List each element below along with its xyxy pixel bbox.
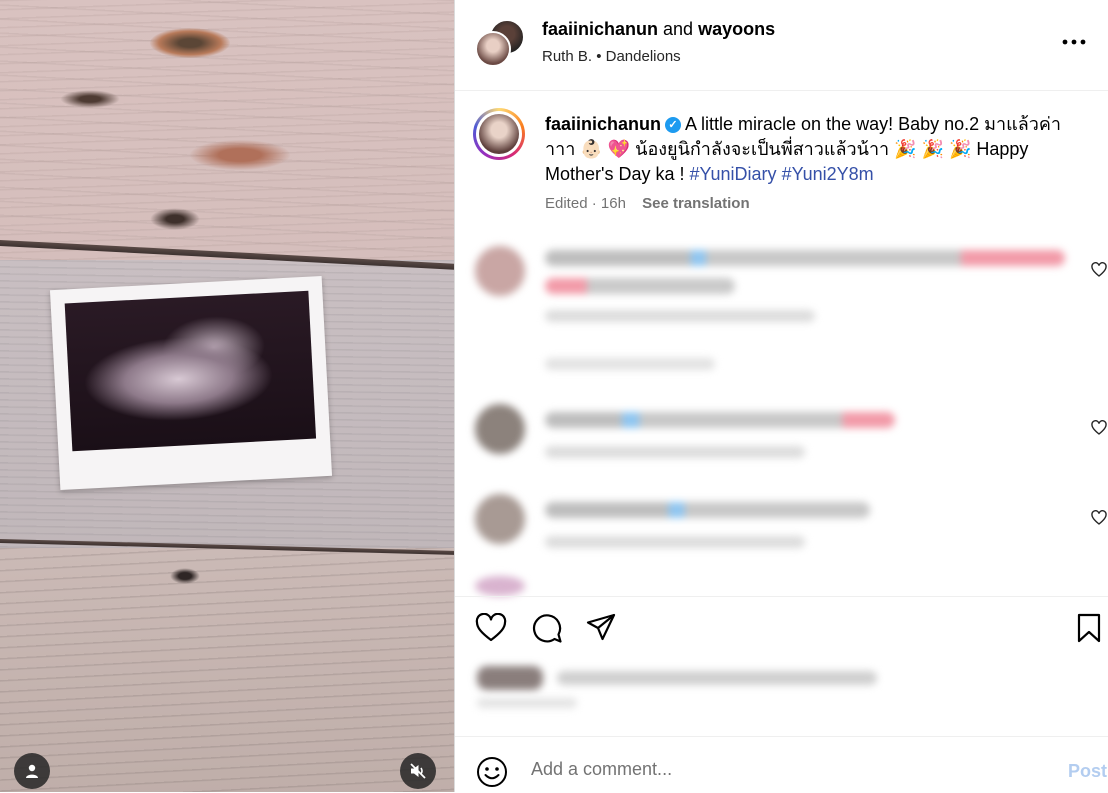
more-horizontal-icon: [1062, 39, 1086, 45]
add-comment-bar: Post: [455, 736, 1108, 793]
tagged-users-button[interactable]: [14, 753, 50, 789]
comment-button[interactable]: [529, 610, 565, 646]
save-button[interactable]: [1071, 610, 1107, 646]
music-link[interactable]: Ruth B. • Dandelions: [542, 48, 681, 65]
author-joiner: and: [663, 19, 694, 39]
avatar: [475, 494, 525, 544]
avatar: [475, 404, 525, 454]
wood-knot: [170, 568, 200, 584]
heart-icon[interactable]: [1091, 420, 1107, 436]
share-icon: [586, 613, 616, 641]
caption-username[interactable]: faaiinichanun: [545, 114, 661, 134]
likes-summary[interactable]: [477, 666, 877, 708]
ultrasound-photo: [49, 276, 333, 490]
heart-icon: [475, 613, 507, 642]
post-header: faaiinichanun and wayoons Ruth B. • Dand…: [455, 0, 1108, 91]
more-options-button[interactable]: [1059, 30, 1089, 54]
blurred-comment-meta: [545, 536, 805, 548]
caption-avatar[interactable]: [473, 108, 525, 160]
avatar: [475, 246, 525, 296]
blurred-comment-meta: [545, 446, 805, 458]
post-time[interactable]: 16h: [601, 195, 626, 212]
bookmark-icon: [1077, 613, 1101, 643]
blurred-comment-text: [545, 502, 870, 518]
liker-avatars: [477, 666, 543, 690]
blurred-comment-meta: [545, 310, 815, 322]
heart-icon[interactable]: [1091, 510, 1107, 526]
comment-icon: [532, 614, 562, 643]
comment-item: [455, 238, 1108, 322]
caption-meta: Edited · 16h See translation: [545, 195, 750, 212]
see-translation-link[interactable]: See translation: [642, 195, 750, 212]
verified-badge-icon: ✓: [665, 117, 682, 133]
hashtag-link[interactable]: #YuniDiary: [690, 164, 777, 184]
wood-knot: [190, 140, 290, 170]
post-details-panel: faaiinichanun and wayoons Ruth B. • Dand…: [454, 0, 1108, 792]
wood-knot: [150, 208, 200, 230]
heart-icon[interactable]: [1091, 262, 1107, 278]
comment-input[interactable]: [531, 759, 1011, 780]
avatar: [475, 31, 511, 67]
collab-avatars[interactable]: [475, 19, 525, 67]
post-actions: [455, 596, 1108, 657]
post-authors: faaiinichanun and wayoons: [542, 19, 775, 40]
blurred-comment-text: [545, 278, 735, 294]
wood-knot: [60, 90, 120, 108]
blurred-comment-text: [545, 412, 895, 428]
blurred-likes-text: [557, 671, 877, 685]
blurred-date: [477, 698, 577, 708]
post-button[interactable]: Post: [1068, 761, 1107, 782]
user-icon: [26, 764, 38, 778]
wood-knot: [150, 28, 230, 58]
emoji-icon[interactable]: [475, 755, 509, 789]
like-button[interactable]: [473, 610, 509, 646]
hashtag-link[interactable]: #Yuni2Y8m: [782, 164, 874, 184]
view-replies[interactable]: [545, 358, 715, 370]
blurred-comment-text: [545, 250, 1065, 266]
caption-text: faaiinichanun ✓ A little miracle on the wa…: [545, 112, 1085, 187]
coauthor-link[interactable]: wayoons: [698, 19, 775, 39]
ultrasound-image: [64, 290, 317, 452]
mute-button[interactable]: [400, 753, 436, 789]
post-media[interactable]: [0, 0, 454, 792]
avatar: [475, 576, 525, 596]
comment-item: [455, 490, 1108, 570]
share-button[interactable]: [583, 610, 619, 646]
wood-plank: [0, 548, 454, 792]
comment-item: [455, 400, 1108, 480]
author-link[interactable]: faaiinichanun: [542, 19, 658, 39]
edited-label: Edited: [545, 195, 588, 212]
speaker-muted-icon: [410, 763, 426, 779]
